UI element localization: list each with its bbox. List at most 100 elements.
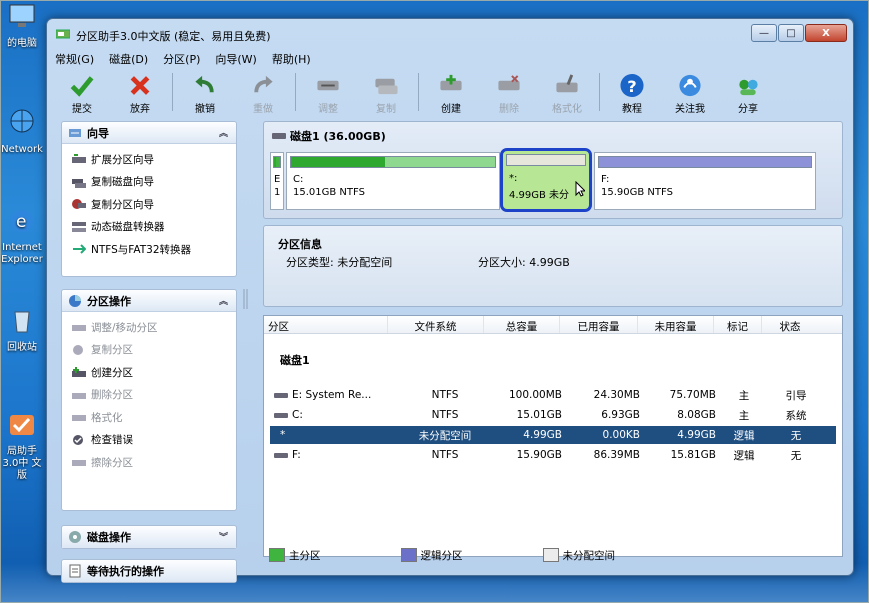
apply-button[interactable]: 提交	[53, 69, 111, 115]
format-icon	[72, 415, 86, 422]
tutorial-label: 教程	[622, 104, 642, 115]
create-button[interactable]: 创建	[422, 69, 480, 115]
column-header-free[interactable]: 未用容量	[638, 316, 714, 333]
legend-swatch-unallocated	[542, 548, 559, 562]
desktop-icon-network[interactable]: Network	[0, 108, 44, 156]
op-format[interactable]: 格式化	[62, 406, 236, 429]
disk-icon	[272, 133, 286, 139]
op-wipe-partition[interactable]: 擦除分区	[62, 451, 236, 474]
disk-map-title: 磁盘1 (36.00GB)	[290, 130, 386, 143]
disk-segment-unallocated[interactable]: *: 4.99GB 未分	[500, 148, 592, 212]
wizard-item-label: 复制分区向导	[91, 198, 154, 211]
table-row[interactable]: F: NTFS 15.90GB 86.39MB 15.81GB 逻辑 无	[270, 446, 836, 464]
cell-used: 86.39MB	[593, 449, 640, 461]
collapse-icon[interactable]: ︽	[219, 126, 228, 139]
tutorial-button[interactable]: ? 教程	[603, 69, 661, 115]
op-delete-partition[interactable]: 删除分区	[62, 384, 236, 407]
segment-usage-bar	[598, 156, 812, 168]
follow-icon	[679, 74, 701, 97]
menu-partition[interactable]: 分区(P)	[163, 51, 200, 67]
op-item-label: 复制分区	[91, 344, 133, 357]
disk-segment-f[interactable]: F: 15.90GB NTFS	[594, 152, 816, 210]
expand-icon[interactable]: ︾	[219, 530, 228, 543]
op-create-partition[interactable]: 创建分区	[62, 361, 236, 384]
redo-label: 重做	[253, 104, 273, 115]
pending-ops-header[interactable]: 等待执行的操作	[62, 560, 236, 582]
disk-group-label: 磁盘1	[280, 354, 310, 367]
create-disk-icon	[440, 74, 462, 91]
disk-segment-e[interactable]: E 1	[270, 152, 284, 210]
wizard-copy-partition[interactable]: 复制分区向导	[62, 193, 236, 216]
delete-button[interactable]: 删除	[480, 69, 538, 115]
partition-ops-title: 分区操作	[87, 294, 131, 308]
column-header-filesystem[interactable]: 文件系统	[388, 316, 484, 333]
redo-button[interactable]: 重做	[234, 69, 292, 115]
column-header-total[interactable]: 总容量	[484, 316, 560, 333]
column-header-flag[interactable]: 标记	[714, 316, 762, 333]
column-header-used[interactable]: 已用容量	[560, 316, 638, 333]
desktop-icon-ie[interactable]: e Internet Explorer	[0, 206, 44, 266]
svg-text:e: e	[16, 212, 26, 232]
collapse-icon[interactable]: ︽	[219, 294, 228, 307]
wizard-dynamic-disk-converter[interactable]: 动态磁盘转换器	[62, 216, 236, 239]
copy-button[interactable]: 复制	[357, 69, 415, 115]
maximize-button[interactable]: □	[778, 24, 804, 42]
segment-info: 15.01GB NTFS	[293, 187, 365, 198]
discard-button[interactable]: 放弃	[111, 69, 169, 115]
legend-logical: 逻辑分区	[400, 548, 463, 563]
disk-segment-c[interactable]: C: 15.01GB NTFS	[286, 152, 500, 210]
segment-info: 4.99GB 未分	[509, 190, 570, 201]
internet-explorer-icon: e	[11, 210, 33, 232]
desktop-icon-recycle-bin[interactable]: 回收站	[0, 306, 44, 354]
share-button[interactable]: 分享	[719, 69, 777, 115]
pending-ops-title: 等待执行的操作	[87, 565, 164, 578]
recycle-bin-icon	[14, 311, 30, 333]
segment-name: C:	[293, 174, 304, 185]
legend-swatch-primary	[269, 548, 285, 562]
create-partition-icon	[72, 367, 86, 378]
pane-splitter[interactable]	[241, 119, 251, 559]
format-button[interactable]: 格式化	[538, 69, 596, 115]
op-check-errors[interactable]: 检查错误	[62, 429, 236, 452]
partition-icon	[274, 393, 288, 398]
table-row-selected[interactable]: * 未分配空间 4.99GB 0.00KB 4.99GB 逻辑 无	[270, 426, 836, 444]
column-header-status[interactable]: 状态	[762, 316, 818, 333]
minimize-button[interactable]: —	[751, 24, 777, 42]
wizard-ntfs-fat32-converter[interactable]: NTFS与FAT32转换器	[62, 238, 236, 261]
op-copy-partition[interactable]: 复制分区	[62, 339, 236, 362]
op-resize-move-partition[interactable]: 调整/移动分区	[62, 316, 236, 339]
disk-ops-panel: 磁盘操作 ︾	[61, 525, 237, 549]
segment-name: *:	[509, 173, 518, 184]
partition-ops-header[interactable]: 分区操作 ︽	[62, 290, 236, 312]
follow-button[interactable]: 关注我	[661, 69, 719, 115]
resize-button[interactable]: 调整	[299, 69, 357, 115]
wizard-extend-partition[interactable]: 扩展分区向导	[62, 148, 236, 171]
desktop-icon-partition-assistant[interactable]: 局助手3.0中 文版	[0, 410, 44, 482]
undo-button[interactable]: 撤销	[176, 69, 234, 115]
desktop-icon-computer[interactable]: 的电脑	[0, 2, 44, 50]
title-bar[interactable]: 分区助手3.0中文版 (稳定、易用且免费) — □ X	[47, 19, 853, 49]
wizard-panel-header[interactable]: 向导 ︽	[62, 122, 236, 144]
segment-info: 15.90GB NTFS	[601, 187, 673, 198]
menu-wizard[interactable]: 向导(W)	[215, 51, 256, 67]
table-row[interactable]: C: NTFS 15.01GB 6.93GB 8.08GB 主 系统	[270, 406, 836, 424]
cell-status: 无	[790, 429, 802, 442]
mouse-cursor-icon	[575, 181, 585, 197]
follow-label: 关注我	[675, 104, 705, 115]
cell-flag: 主	[738, 389, 750, 402]
menu-general[interactable]: 常规(G)	[55, 51, 94, 67]
close-button[interactable]: X	[805, 24, 847, 42]
column-header-partition[interactable]: 分区	[264, 316, 388, 333]
cell-filesystem: 未分配空间	[418, 429, 472, 442]
format-disk-icon	[556, 74, 578, 93]
disk-ops-header[interactable]: 磁盘操作 ︾	[62, 526, 236, 548]
network-icon	[10, 109, 34, 133]
menu-help[interactable]: 帮助(H)	[272, 51, 311, 67]
wizard-copy-disk[interactable]: 复制磁盘向导	[62, 171, 236, 194]
cell-filesystem: NTFS	[431, 389, 459, 401]
copy-partition-icon	[73, 344, 83, 355]
table-row[interactable]: E: System Re... NTFS 100.00MB 24.30MB 75…	[270, 386, 836, 404]
pending-ops-panel: 等待执行的操作	[61, 559, 237, 583]
menu-disk[interactable]: 磁盘(D)	[109, 51, 148, 67]
left-pane: 向导 ︽ 扩展分区向导 复制磁盘向导 复制分区向导 动态磁盘转换器 NTFS与F…	[57, 121, 241, 583]
